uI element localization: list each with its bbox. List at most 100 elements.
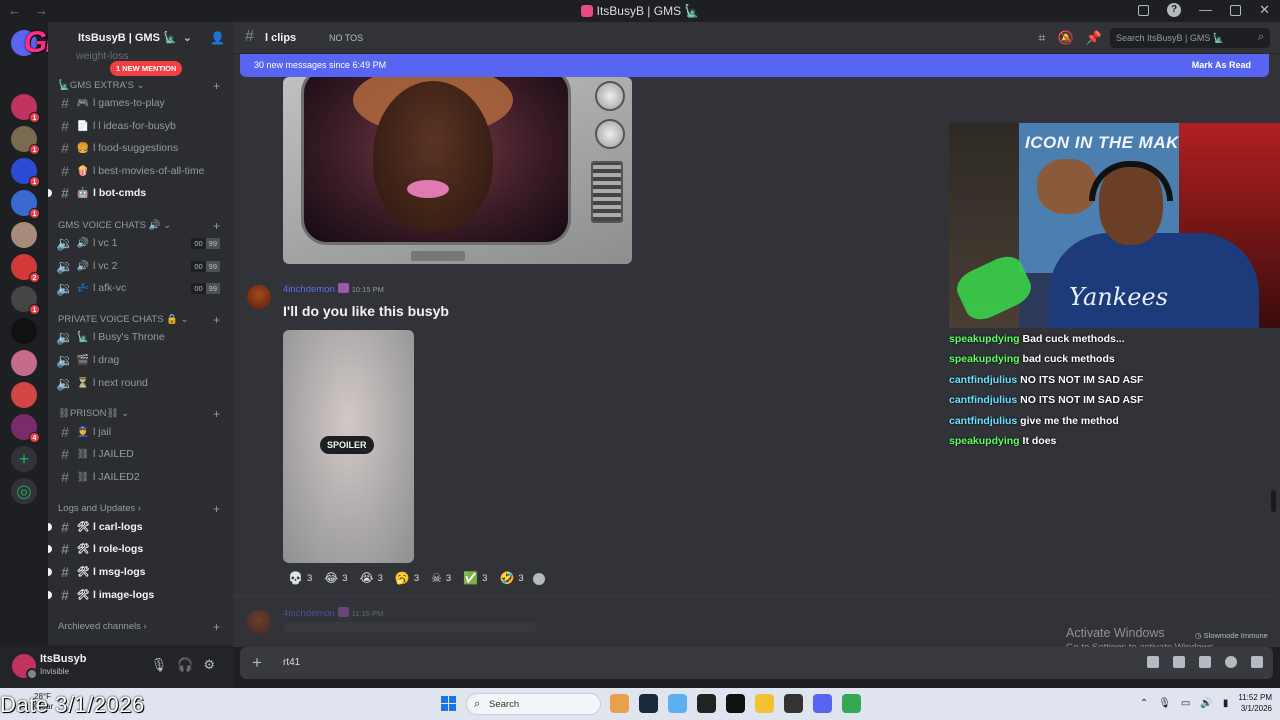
category-logs[interactable]: Logs and Updates › + — [58, 502, 220, 516]
gear-icon[interactable]: ⚙ — [203, 657, 215, 673]
add-server-icon[interactable]: + — [11, 446, 37, 472]
add-channel-icon[interactable]: + — [213, 313, 220, 327]
server-icon[interactable]: 1 — [11, 190, 40, 219]
help-icon[interactable]: ? — [1167, 3, 1182, 17]
message-author[interactable]: 4inchdemon 11:15 PM — [283, 607, 383, 619]
close-button[interactable]: ✕ — [1259, 2, 1270, 18]
channel-jail[interactable]: # 👮 l jail — [54, 422, 226, 442]
invite-people-icon[interactable]: 👤 — [210, 31, 225, 45]
chevron-up-icon[interactable]: ⌃ — [1140, 698, 1148, 709]
server-icon[interactable]: 1 — [11, 158, 40, 187]
add-channel-icon[interactable]: + — [213, 502, 220, 516]
message-image-attachment[interactable] — [283, 77, 632, 264]
add-channel-icon[interactable]: + — [213, 620, 220, 634]
voice-channel-vc2[interactable]: 🔉 🔊 l vc 2 00 99 — [54, 256, 226, 276]
app-icon[interactable] — [726, 694, 745, 713]
spoiler-attachment[interactable]: SPOILER — [283, 330, 414, 563]
avatar[interactable] — [247, 285, 271, 309]
voice-channel-busys-throne[interactable]: 🔉 🗽 l Busy's Throne — [54, 327, 226, 347]
channel-ideas-for-busyb[interactable]: # 📄 l l ideas-for-busyb — [54, 116, 226, 136]
category-private-voice[interactable]: PRIVATE VOICE CHATS 🔒 ⌄ + — [58, 313, 220, 327]
pin-icon[interactable]: 📌 — [1086, 30, 1102, 46]
headphones-icon[interactable]: 🎧 — [177, 657, 193, 673]
channel-msg-logs[interactable]: # 🛠 l msg-logs — [48, 562, 226, 582]
search-input[interactable]: Search ItsBusyB | GMS 🗽 ⌕ — [1110, 28, 1270, 48]
add-channel-icon[interactable]: + — [213, 79, 220, 93]
steam-icon[interactable] — [639, 694, 658, 713]
reaction[interactable]: 🤣 3 — [496, 569, 526, 587]
channel-image-logs[interactable]: # 🛠 l image-logs — [48, 585, 226, 605]
app-icon[interactable] — [610, 694, 629, 713]
server-icon[interactable]: 1 — [11, 286, 40, 315]
channel-role-logs[interactable]: # 🛠 l role-logs — [48, 539, 226, 559]
taskbar-search[interactable]: ⌕ Search — [466, 693, 601, 715]
reaction[interactable]: 😭 3 — [357, 569, 386, 587]
threads-icon[interactable]: ⌗ — [1038, 30, 1045, 46]
voice-channel-vc1[interactable]: 🔉 🔊 l vc 1 00 99 — [54, 233, 226, 253]
channel-food-suggestions[interactable]: # 🍔 l food-suggestions — [54, 138, 226, 158]
voice-channel-next-round[interactable]: 🔉 ⏳ l next round — [54, 373, 226, 393]
add-channel-icon[interactable]: + — [213, 219, 220, 233]
channel-jailed2[interactable]: # ⛓ l JAILED2 — [54, 467, 226, 487]
category-prison[interactable]: ⛓PRISON⛓ ⌄ + — [58, 407, 220, 421]
reaction[interactable]: ☠ 3 — [428, 569, 454, 587]
battery-icon[interactable]: ▮ — [1223, 698, 1229, 709]
minimize-button[interactable]: — — [1199, 2, 1212, 18]
reaction[interactable]: ✅ 3 — [460, 569, 490, 587]
category-voice-chats[interactable]: GMS VOICE CHATS 🔊 ⌄ + — [58, 219, 220, 233]
scrollbar[interactable] — [1271, 490, 1276, 512]
mark-as-read-button[interactable]: Mark As Read — [1192, 60, 1251, 70]
volume-icon[interactable]: 🔊 — [1200, 698, 1212, 709]
explore-servers-icon[interactable]: ◎ — [11, 478, 37, 504]
display-icon[interactable]: ▭ — [1181, 698, 1190, 709]
chrome-icon[interactable] — [842, 694, 861, 713]
reaction[interactable]: 😂 3 — [321, 569, 350, 587]
voice-channel-afk[interactable]: 🔉 💤 l afk-vc 00 99 — [54, 278, 226, 298]
channel-jailed[interactable]: # ⛓ l JAILED — [54, 444, 226, 464]
message-composer[interactable]: + rt41 — [240, 647, 1273, 679]
server-icon[interactable] — [11, 382, 37, 408]
server-icon[interactable] — [11, 350, 37, 376]
voice-channel-drag[interactable]: 🔉 🎬 l drag — [54, 350, 226, 370]
server-icon[interactable] — [11, 318, 37, 344]
microphone-icon[interactable]: 🎙 — [151, 657, 168, 673]
discord-icon[interactable] — [813, 694, 832, 713]
message-input[interactable]: rt41 — [283, 657, 300, 668]
server-icon[interactable] — [11, 222, 37, 248]
file-explorer-icon[interactable] — [755, 694, 774, 713]
channel-games-to-play[interactable]: # 🎮 l games-to-play — [54, 93, 226, 113]
attach-plus-icon[interactable]: + — [252, 653, 262, 673]
server-icon[interactable]: 4 — [11, 414, 40, 443]
apps-icon[interactable] — [1251, 656, 1263, 668]
maximize-button[interactable] — [1230, 5, 1242, 16]
channel-carl-logs[interactable]: # 🛠 l carl-logs — [48, 517, 226, 537]
clock[interactable]: 11:52 PM 3/1/2026 — [1238, 692, 1272, 714]
add-channel-icon[interactable]: + — [213, 407, 220, 421]
reaction[interactable]: 🥱 3 — [392, 569, 422, 587]
server-icon[interactable]: 1 — [11, 126, 40, 155]
app-icon[interactable] — [668, 694, 687, 713]
new-messages-banner[interactable]: 30 new messages since 6:49 PM Mark As Re… — [240, 54, 1269, 77]
gif-icon[interactable] — [1173, 656, 1185, 668]
server-icon[interactable]: 2 — [11, 254, 40, 283]
obs-icon[interactable] — [784, 694, 803, 713]
channel-best-movies[interactable]: # 🍿 l best-movies-of-all-time — [54, 161, 226, 181]
add-reaction-icon[interactable] — [532, 573, 545, 585]
category-gms-extras[interactable]: 🗽GMS EXTRA'S ⌄ + — [58, 79, 220, 93]
app-icon[interactable] — [697, 694, 716, 713]
avatar[interactable] — [12, 654, 38, 680]
message-author[interactable]: 4inchdemon 10:15 PM — [283, 283, 384, 295]
sticker-icon[interactable] — [1199, 656, 1211, 668]
windows-start-icon[interactable] — [441, 696, 456, 711]
microphone-icon[interactable]: 🎙 — [1158, 698, 1171, 709]
inbox-icon[interactable] — [1138, 5, 1150, 16]
channel-weight-loss[interactable]: weight-loss — [54, 46, 226, 66]
avatar[interactable] — [247, 610, 271, 634]
notification-bell-icon[interactable]: 🔕 — [1057, 30, 1073, 46]
reaction[interactable]: 💀 3 — [285, 569, 315, 587]
username[interactable]: ItsBusyb — [40, 653, 86, 665]
channel-topic[interactable]: NO TOS — [329, 33, 363, 43]
gift-icon[interactable] — [1147, 656, 1159, 668]
category-archived[interactable]: Archieved channels › + — [58, 620, 220, 634]
emoji-icon[interactable] — [1225, 656, 1237, 668]
